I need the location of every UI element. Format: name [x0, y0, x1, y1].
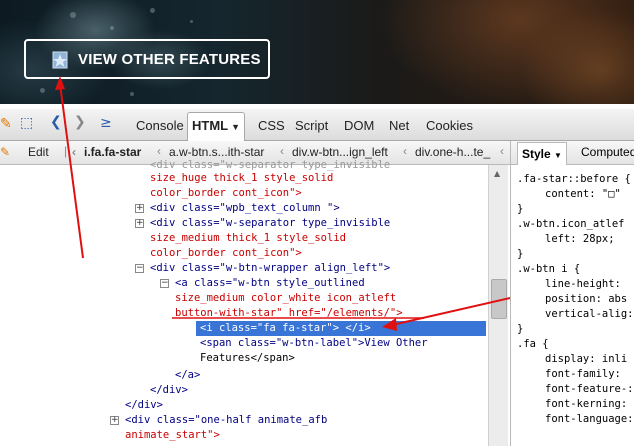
html-line[interactable]: </a> — [175, 368, 200, 383]
tab-computed[interactable]: Computed — [581, 145, 634, 159]
collapse-toggle-icon[interactable]: − — [135, 264, 144, 273]
breadcrumb-separator-icon: ‹ — [500, 144, 504, 158]
tab-style[interactable]: Style ▼ — [517, 142, 567, 165]
breadcrumb-item-div-wrapper[interactable]: div.w-btn...ign_left — [292, 145, 388, 159]
html-line[interactable]: size_medium thick_1 style_solid — [150, 231, 346, 246]
divider: | — [64, 144, 68, 158]
command-line-icon[interactable]: ≥ — [100, 115, 112, 131]
chevron-down-icon: ▼ — [554, 151, 562, 160]
html-line[interactable]: <span class="w-btn-label">View Other — [200, 336, 428, 351]
html-line[interactable]: Features</span> — [200, 351, 295, 366]
tab-script[interactable]: Script — [291, 115, 332, 139]
html-tree-panel: <div class="w-separator type_invisible s… — [0, 159, 510, 446]
star-icon — [52, 51, 68, 69]
breadcrumb-separator-icon: ‹ — [403, 144, 407, 158]
expand-toggle-icon[interactable]: + — [110, 416, 119, 425]
css-selector[interactable]: .w-btn.icon_atlef — [517, 217, 624, 232]
css-property[interactable]: vertical-alig: — [545, 307, 634, 322]
view-other-features-button[interactable]: VIEW OTHER FEATURES — [24, 39, 270, 79]
css-selector[interactable]: .fa { — [517, 337, 549, 352]
tab-console[interactable]: Console — [132, 115, 188, 139]
tab-html-label: HTML — [192, 118, 229, 133]
css-rule-close: } — [517, 203, 524, 215]
css-selector[interactable]: .fa-star::before { — [517, 172, 631, 187]
css-property[interactable]: font-language: — [545, 412, 634, 427]
html-line[interactable]: color_border cont_icon"> — [150, 246, 302, 261]
collapse-toggle-icon[interactable]: − — [160, 279, 169, 288]
html-line[interactable]: </div> — [150, 383, 188, 398]
css-property[interactable]: left: 28px; — [545, 232, 615, 247]
forward-arrow-icon[interactable]: ❯ — [74, 114, 86, 130]
inspect-icon[interactable]: ⬚ — [20, 115, 33, 131]
html-line[interactable]: button-with-star" href="/elements/"> — [175, 306, 403, 321]
css-property[interactable]: font-kerning: — [545, 397, 627, 412]
cta-label: VIEW OTHER FEATURES — [78, 51, 261, 68]
html-line[interactable]: <div class="w-btn-wrapper align_left"> — [150, 261, 390, 276]
back-arrow-icon[interactable]: ❮ — [50, 114, 62, 130]
firebug-icon[interactable]: ✎ — [0, 116, 12, 132]
tab-net[interactable]: Net — [385, 115, 413, 139]
css-selector[interactable]: .w-btn i { — [517, 262, 580, 277]
tab-style-label: Style — [522, 147, 551, 161]
css-property[interactable]: font-family: — [545, 367, 621, 382]
html-line-selected[interactable]: <i class="fa fa-star"> </i> — [200, 321, 371, 336]
expand-toggle-icon[interactable]: + — [135, 204, 144, 213]
edit-button[interactable]: Edit — [28, 145, 49, 159]
css-property[interactable]: line-height: — [545, 277, 621, 292]
tab-dom[interactable]: DOM — [340, 115, 378, 139]
html-line[interactable]: <div class="wpb_text_column "> — [150, 201, 340, 216]
html-line[interactable]: size_huge thick_1 style_solid — [150, 171, 333, 186]
breadcrumb-scroll-left-icon[interactable]: ‹ — [72, 145, 76, 159]
style-panel-tabs: Style ▼ Computed — [511, 141, 634, 165]
css-property[interactable]: font-feature-: — [545, 382, 634, 397]
css-rule-close: } — [517, 248, 524, 260]
html-line[interactable]: </div> — [125, 398, 163, 413]
css-property[interactable]: position: abs — [545, 292, 627, 307]
html-line[interactable]: animate_start"> — [125, 428, 220, 443]
hero-banner: VIEW OTHER FEATURES — [0, 0, 634, 104]
css-property[interactable]: content: "□" — [545, 187, 621, 202]
css-rule-close: } — [517, 323, 524, 335]
tab-cookies[interactable]: Cookies — [422, 115, 477, 139]
html-line[interactable]: <div class="one-half animate_afb — [125, 413, 327, 428]
breadcrumb-separator-icon: ‹ — [280, 144, 284, 158]
devtools-toolbar: ✎ ⬚ ❮ ❯ ≥ Console HTML ▼ CSS Script DOM N… — [0, 109, 634, 141]
breadcrumb-item-div-one-half[interactable]: div.one-h...te_ — [415, 145, 490, 159]
scroll-up-icon[interactable]: ▲ — [494, 169, 500, 178]
breadcrumb-item-i[interactable]: i.fa.fa-star — [84, 145, 141, 159]
chevron-down-icon: ▼ — [231, 122, 241, 132]
scrollbar-thumb[interactable] — [491, 279, 507, 319]
tab-html[interactable]: HTML ▼ — [187, 112, 246, 141]
html-line[interactable]: <a class="w-btn style_outlined — [175, 276, 365, 291]
html-line[interactable]: color_border cont_icon"> — [150, 186, 302, 201]
breadcrumb-separator-icon: ‹ — [157, 144, 161, 158]
style-panel: Style ▼ Computed .fa-star::before {conte… — [510, 141, 634, 446]
attr-value: color_border cont_icon"> — [150, 187, 302, 199]
pencil-icon: ✎ — [0, 145, 11, 159]
html-panel-scrollbar[interactable]: ▲ — [488, 165, 508, 446]
expand-toggle-icon[interactable]: + — [135, 219, 144, 228]
html-line[interactable]: size_medium color_white icon_atleft — [175, 291, 396, 306]
html-line[interactable]: <div class="w-separator type_invisible — [150, 216, 390, 231]
breadcrumb-item-a[interactable]: a.w-btn.s...ith-star — [169, 145, 264, 159]
css-property[interactable]: display: inli — [545, 352, 627, 367]
tab-css[interactable]: CSS — [254, 115, 289, 139]
